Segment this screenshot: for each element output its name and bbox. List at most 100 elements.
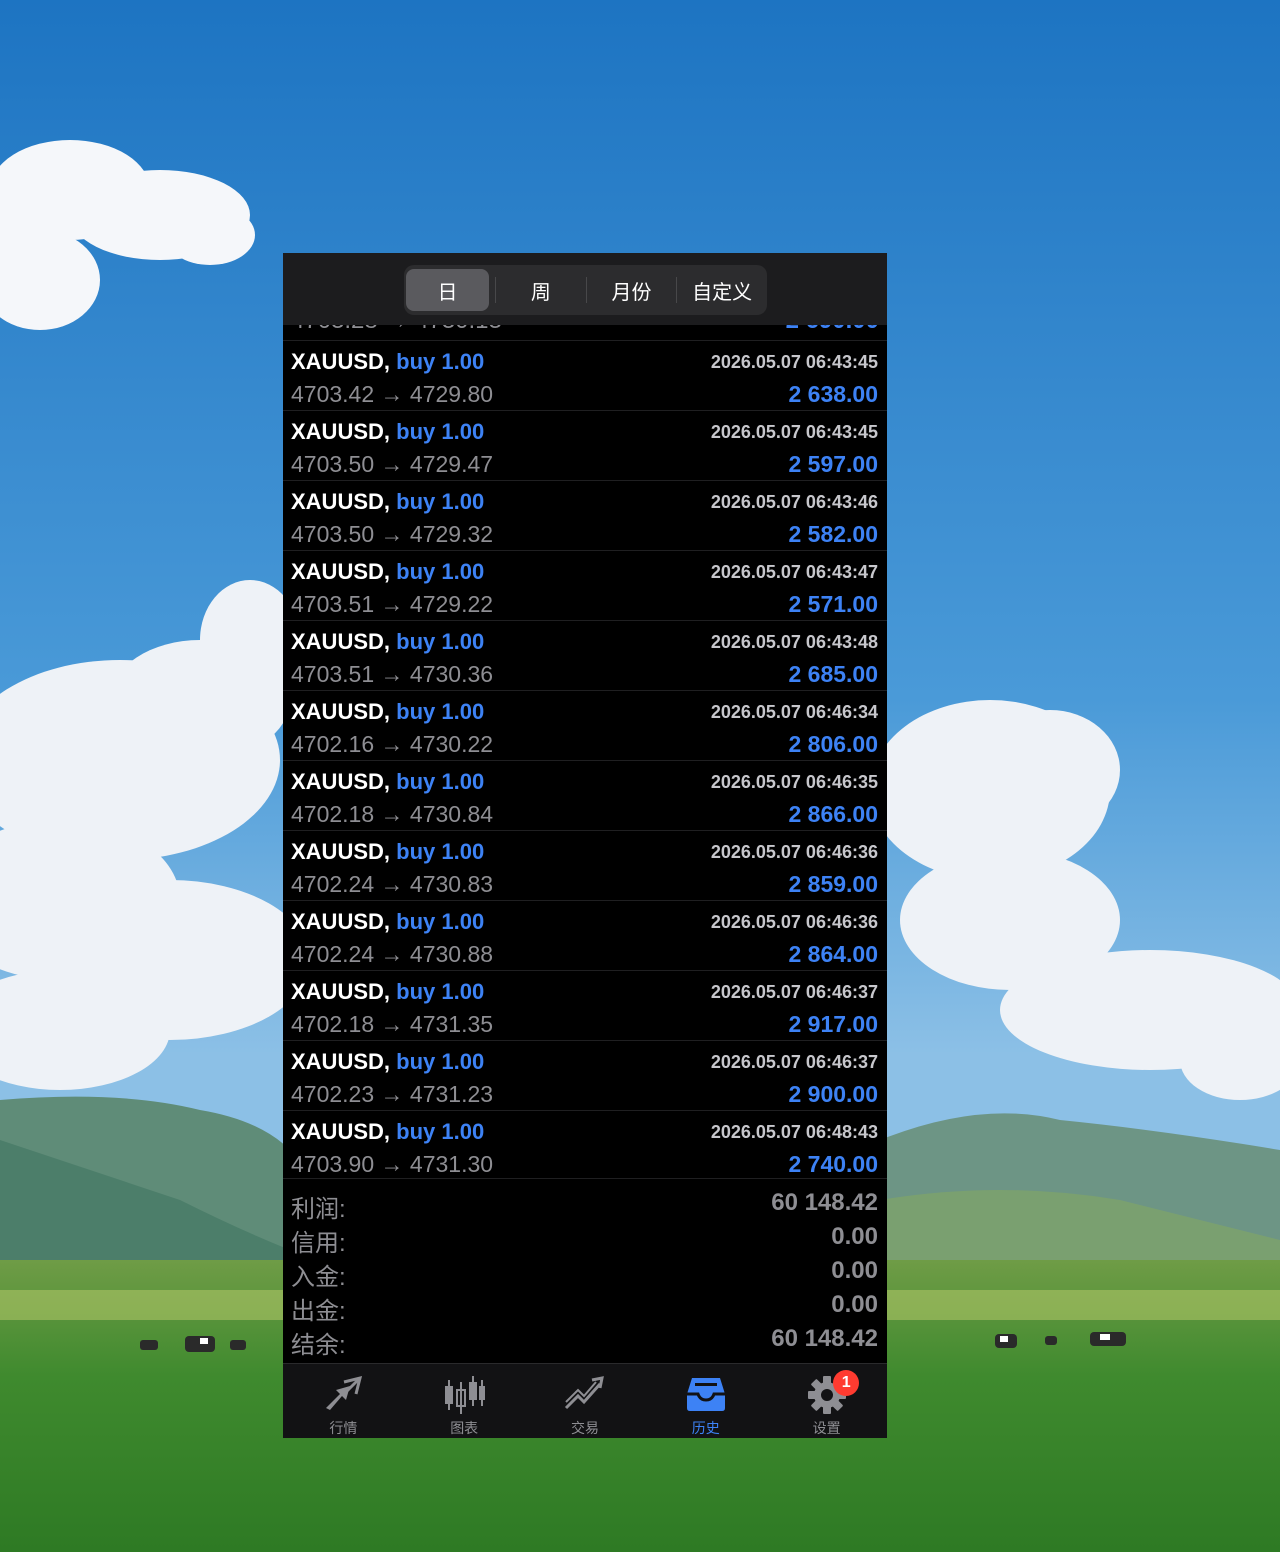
deal-row[interactable]: XAUUSD, buy 1.00 2026.05.07 06:46:34 470… xyxy=(283,690,887,761)
summary-profit: 利润: 60 148.42 xyxy=(283,1187,887,1223)
summary-withdrawal: 出金: 0.00 xyxy=(283,1289,887,1325)
deal-profit: 2 582.00 xyxy=(788,521,878,547)
deal-volume: 1.00 xyxy=(441,1049,485,1074)
deal-profit: 2 900.00 xyxy=(788,1081,878,1107)
deal-symbol: XAUUSD, xyxy=(291,699,391,724)
period-toolbar: 日 周 月份 自定义 xyxy=(283,253,887,325)
deal-row[interactable]: XAUUSD, buy 1.00 2026.05.07 06:43:45 470… xyxy=(283,410,887,481)
deal-volume: 1.00 xyxy=(441,559,485,584)
deal-symbol-line: XAUUSD, buy 1.00 xyxy=(291,769,484,795)
deal-profit: 2 806.00 xyxy=(788,731,878,757)
deal-row[interactable]: XAUUSD, buy 1.00 2026.05.07 06:43:46 470… xyxy=(283,480,887,551)
deal-row[interactable]: XAUUSD, buy 1.00 2026.05.07 06:46:37 470… xyxy=(283,970,887,1041)
tab-trade[interactable]: 交易 xyxy=(525,1364,646,1438)
deal-profit: 2 917.00 xyxy=(788,1011,878,1037)
trade-chart-icon xyxy=(564,1376,604,1410)
deal-time: 2026.05.07 06:46:34 xyxy=(710,702,878,722)
deal-volume: 1.00 xyxy=(441,839,485,864)
inbox-tray-icon xyxy=(686,1378,725,1411)
deal-symbol-line: XAUUSD, buy 1.00 xyxy=(291,489,484,515)
tab-history[interactable]: 历史 xyxy=(645,1364,766,1438)
segment-month[interactable]: 月份 xyxy=(587,269,677,311)
tab-label: 设置 xyxy=(812,1420,841,1436)
deal-symbol-line: XAUUSD, buy 1.00 xyxy=(291,629,484,655)
summary-label: 结余: xyxy=(291,1332,346,1359)
deal-time: 2026.05.07 06:43:47 xyxy=(710,562,878,582)
deal-volume: 1.00 xyxy=(441,909,485,934)
segment-custom[interactable]: 自定义 xyxy=(677,269,767,311)
deal-side: buy xyxy=(396,979,436,1004)
deal-prices: 4703.51 → 4729.22 xyxy=(291,591,494,617)
deal-prices: 4702.18 → 4730.84 xyxy=(291,801,494,827)
segment-week[interactable]: 周 xyxy=(496,269,586,311)
deal-time: 2026.05.07 06:46:37 xyxy=(710,982,878,1002)
deal-side: buy xyxy=(396,1049,436,1074)
deal-symbol: XAUUSD, xyxy=(291,979,391,1004)
deal-volume: 1.00 xyxy=(441,769,485,794)
deal-symbol-line: XAUUSD, buy 1.00 xyxy=(291,699,484,725)
deal-profit: 2 864.00 xyxy=(788,941,878,967)
deal-row[interactable]: XAUUSD, buy 1.00 2026.05.07 06:48:43 470… xyxy=(283,1110,887,1181)
account-summary: 利润: 60 148.42 信用: 0.00 入金: 0.00 出金: 0.00… xyxy=(283,1178,887,1359)
deal-volume: 1.00 xyxy=(441,419,485,444)
deal-row[interactable]: XAUUSD, buy 1.00 2026.05.07 06:43:48 470… xyxy=(283,620,887,691)
summary-balance: 结余: 60 148.42 xyxy=(283,1323,887,1359)
tab-charts[interactable]: 图表 xyxy=(404,1364,525,1438)
quotes-arrows-icon xyxy=(326,1375,363,1410)
summary-label: 信用: xyxy=(291,1230,346,1257)
deal-prices: 4702.24 → 4730.83 xyxy=(291,871,494,897)
deal-symbol: XAUUSD, xyxy=(291,629,391,654)
deal-profit: 2 597.00 xyxy=(788,451,878,477)
deal-prices: 4703.50 → 4729.32 xyxy=(291,521,494,547)
candlestick-chart-icon xyxy=(445,1376,486,1414)
summary-label: 出金: xyxy=(291,1298,346,1325)
deal-symbol: XAUUSD, xyxy=(291,419,391,444)
tab-settings[interactable]: 设置 1 xyxy=(766,1364,887,1438)
deal-symbol: XAUUSD, xyxy=(291,1049,391,1074)
deal-prices: 4702.18 → 4731.35 xyxy=(291,1011,494,1037)
deal-time: 2026.05.07 06:46:35 xyxy=(710,772,878,792)
deal-profit: 2 859.00 xyxy=(788,871,878,897)
deal-profit: 2 571.00 xyxy=(788,591,878,617)
tab-label: 交易 xyxy=(570,1420,599,1436)
deal-symbol-line: XAUUSD, buy 1.00 xyxy=(291,979,484,1005)
summary-value: 60 148.42 xyxy=(771,1325,878,1352)
deal-volume: 1.00 xyxy=(441,629,485,654)
deal-volume: 1.00 xyxy=(441,349,485,374)
deal-row[interactable]: XAUUSD, buy 1.00 2026.05.07 06:43:45 470… xyxy=(283,340,887,411)
deal-side: buy xyxy=(396,349,436,374)
deal-symbol: XAUUSD, xyxy=(291,1119,391,1144)
deal-symbol-line: XAUUSD, buy 1.00 xyxy=(291,839,484,865)
deal-side: buy xyxy=(396,699,436,724)
deal-side: buy xyxy=(396,419,436,444)
deal-symbol: XAUUSD, xyxy=(291,769,391,794)
deal-prices: 4702.16 → 4730.22 xyxy=(291,731,494,757)
deal-symbol-line: XAUUSD, buy 1.00 xyxy=(291,1119,484,1145)
deal-symbol-line: XAUUSD, buy 1.00 xyxy=(291,349,484,375)
deal-row[interactable]: XAUUSD, buy 1.00 2026.05.07 06:43:47 470… xyxy=(283,550,887,621)
deal-prices: 4702.24 → 4730.88 xyxy=(291,941,494,967)
segment-day[interactable]: 日 xyxy=(406,269,489,311)
deal-row[interactable]: XAUUSD, buy 1.00 2026.05.07 06:46:37 470… xyxy=(283,1040,887,1111)
deal-profit: 2 638.00 xyxy=(788,381,878,407)
deal-time: 2026.05.07 06:48:43 xyxy=(710,1122,878,1142)
deal-prices: 4703.90 → 4731.30 xyxy=(291,1151,494,1177)
tab-label: 图表 xyxy=(450,1420,479,1436)
deal-time: 2026.05.07 06:43:45 xyxy=(710,352,878,372)
deal-symbol: XAUUSD, xyxy=(291,559,391,584)
deal-prices: 4703.50 → 4729.47 xyxy=(291,451,494,477)
deal-volume: 1.00 xyxy=(441,699,485,724)
tab-quotes[interactable]: 行情 xyxy=(283,1364,404,1438)
deal-row[interactable]: XAUUSD, buy 1.00 2026.05.07 06:46:35 470… xyxy=(283,760,887,831)
deal-symbol-line: XAUUSD, buy 1.00 xyxy=(291,559,484,585)
deal-prices: 4702.23 → 4731.23 xyxy=(291,1081,494,1107)
deal-row[interactable]: XAUUSD, buy 1.00 2026.05.07 06:46:36 470… xyxy=(283,900,887,971)
deal-profit: 2 685.00 xyxy=(788,661,878,687)
deal-row[interactable]: XAUUSD, buy 1.00 2026.05.07 06:46:36 470… xyxy=(283,830,887,901)
deal-symbol-line: XAUUSD, buy 1.00 xyxy=(291,419,484,445)
bottom-tab-bar: 行情 图表 交易 历史 设置 1 xyxy=(283,1363,887,1438)
tab-label: 行情 xyxy=(329,1420,358,1436)
deal-symbol: XAUUSD, xyxy=(291,349,391,374)
period-segmented-control: 日 周 月份 自定义 xyxy=(404,265,767,315)
deal-time: 2026.05.07 06:43:45 xyxy=(710,422,878,442)
